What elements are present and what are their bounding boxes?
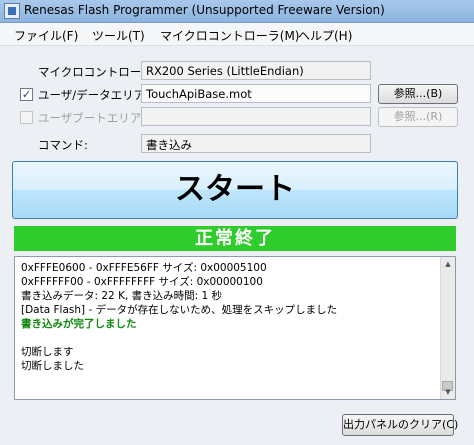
log-scrollbar[interactable]: ▲ ▼ — [440, 257, 455, 399]
start-button[interactable]: スタート — [12, 161, 458, 219]
scroll-up-icon[interactable]: ▲ — [441, 257, 455, 271]
status-bar: 正常終了 — [14, 226, 456, 251]
user-area-checkbox[interactable]: ✓ — [20, 88, 33, 101]
user-boot-label: ユーザブートエリア: — [38, 111, 146, 125]
mcu-field: RX200 Series (LittleEndian) — [141, 61, 371, 80]
user-area-label: ユーザ/データエリア: — [38, 88, 150, 102]
command-field: 書き込み — [141, 134, 371, 153]
log-line-success: 書き込みが完了しました — [21, 318, 137, 330]
log-line: [Data Flash] - データが存在しないため、処理をスキップしました — [21, 304, 338, 316]
command-label: コマンド: — [38, 138, 88, 152]
log-line: 切断します — [21, 346, 74, 358]
menu-bar: ファイル(F) ツール(T) マイクロコントローラ(M) ヘルプ(H) — [0, 23, 474, 46]
window-title: Renesas Flash Programmer (Unsupported Fr… — [24, 3, 385, 17]
user-boot-checkbox[interactable] — [20, 111, 33, 124]
log-line: 0xFFFFFF00 - 0xFFFFFFFF サイズ: 0x00000100 — [21, 276, 263, 288]
menu-help[interactable]: ヘルプ(H) — [298, 27, 352, 44]
title-bar[interactable]: Renesas Flash Programmer (Unsupported Fr… — [0, 0, 474, 23]
app-window: Renesas Flash Programmer (Unsupported Fr… — [0, 0, 474, 445]
menu-microcontroller[interactable]: マイクロコントローラ(M) — [160, 27, 299, 44]
log-line: 0xFFFE0600 - 0xFFFE56FF サイズ: 0x00005100 — [21, 262, 267, 274]
menu-tool[interactable]: ツール(T) — [92, 27, 145, 44]
user-area-file-field[interactable]: TouchApiBase.mot — [141, 84, 371, 103]
browse-user-boot-button: 参照...(R) — [378, 107, 458, 127]
mcu-label: マイクロコントローラ: — [38, 65, 157, 79]
clear-output-button[interactable]: 出力パネルのクリア(C) — [342, 414, 458, 436]
user-boot-file-field — [141, 107, 371, 126]
log-line: 切断しました — [21, 360, 84, 372]
browse-user-area-button[interactable]: 参照...(B) — [378, 84, 458, 104]
scroll-down-icon[interactable]: ▼ — [441, 385, 455, 399]
app-icon — [4, 3, 20, 19]
log-line: 書き込みデータ: 22 K, 書き込み時間: 1 秒 — [21, 290, 223, 302]
output-log[interactable]: 0xFFFE0600 - 0xFFFE56FF サイズ: 0x00005100 … — [14, 256, 456, 400]
menu-file[interactable]: ファイル(F) — [14, 27, 78, 44]
